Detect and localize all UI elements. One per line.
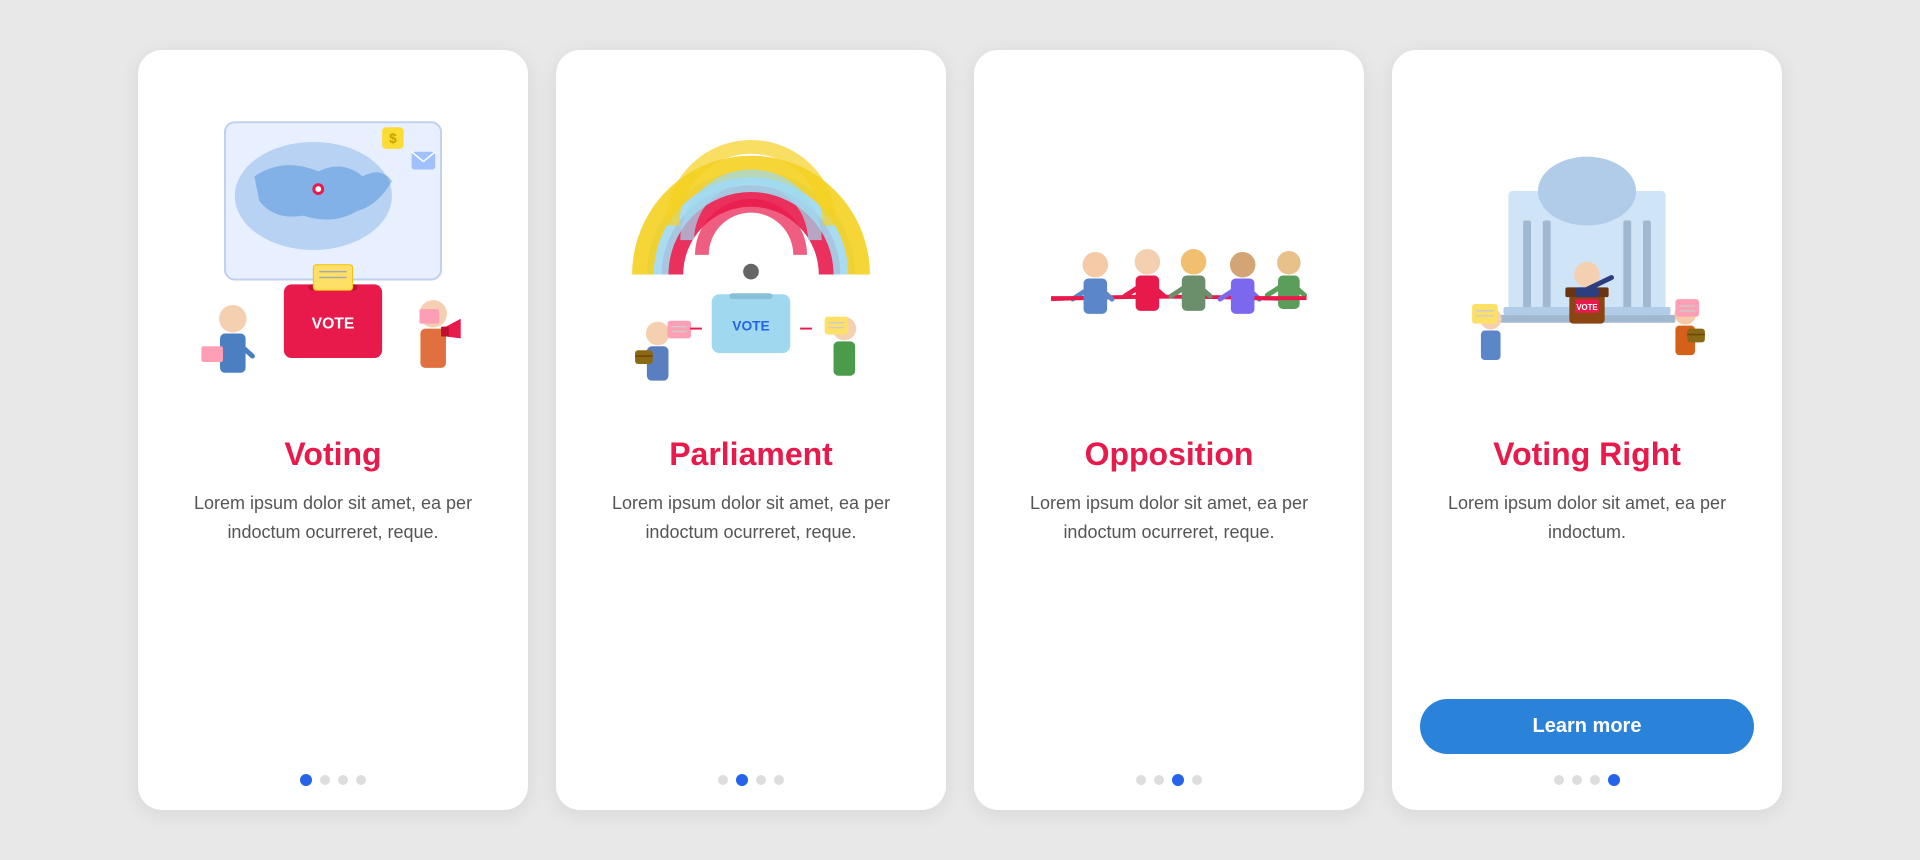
svg-text:VOTE: VOTE <box>312 316 355 333</box>
card-voting: $ VOTE <box>138 50 528 810</box>
cards-container: $ VOTE <box>98 10 1822 850</box>
card-voting-right-dots <box>1554 774 1620 786</box>
learn-more-button[interactable]: Learn more <box>1420 699 1754 754</box>
parliament-illustration: VOTE <box>584 80 918 420</box>
dot-3 <box>1590 775 1600 785</box>
dot-1 <box>1136 775 1146 785</box>
dot-2 <box>1154 775 1164 785</box>
card-voting-title: Voting <box>284 436 381 473</box>
dot-4 <box>1608 774 1620 786</box>
opposition-illustration <box>1002 80 1336 420</box>
card-opposition: Opposition Lorem ipsum dolor sit amet, e… <box>974 50 1364 810</box>
card-voting-right-body: Lorem ipsum dolor sit amet, ea per indoc… <box>1420 489 1754 687</box>
card-voting-right-title: Voting Right <box>1493 436 1681 473</box>
voting-right-illustration: VOTE <box>1420 80 1754 420</box>
card-parliament-title: Parliament <box>669 436 833 473</box>
card-opposition-body: Lorem ipsum dolor sit amet, ea per indoc… <box>1002 489 1336 754</box>
card-parliament: VOTE <box>556 50 946 810</box>
card-opposition-title: Opposition <box>1085 436 1254 473</box>
dot-1 <box>300 774 312 786</box>
dot-3 <box>338 775 348 785</box>
card-parliament-dots <box>718 774 784 786</box>
card-voting-body: Lorem ipsum dolor sit amet, ea per indoc… <box>166 489 500 754</box>
card-voting-dots <box>300 774 366 786</box>
dot-3 <box>756 775 766 785</box>
dot-1 <box>1554 775 1564 785</box>
dot-4 <box>1192 775 1202 785</box>
dot-3 <box>1172 774 1184 786</box>
dot-2 <box>736 774 748 786</box>
card-parliament-body: Lorem ipsum dolor sit amet, ea per indoc… <box>584 489 918 754</box>
card-opposition-dots <box>1136 774 1202 786</box>
svg-text:VOTE: VOTE <box>732 319 769 334</box>
dot-4 <box>356 775 366 785</box>
dot-4 <box>774 775 784 785</box>
dot-2 <box>320 775 330 785</box>
dot-2 <box>1572 775 1582 785</box>
svg-text:$: $ <box>389 131 397 146</box>
svg-text:VOTE: VOTE <box>1576 303 1597 312</box>
card-voting-right: VOTE <box>1392 50 1782 810</box>
voting-illustration: $ VOTE <box>166 80 500 420</box>
dot-1 <box>718 775 728 785</box>
